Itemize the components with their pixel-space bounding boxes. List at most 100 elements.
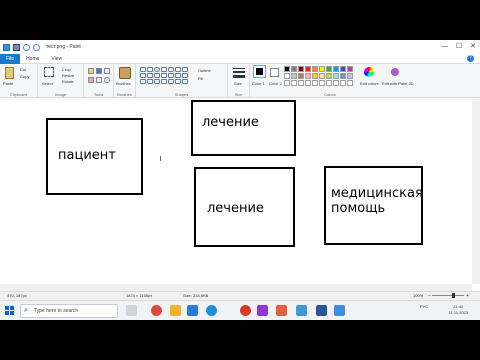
close-button[interactable]: ✕: [470, 42, 476, 52]
star-six-shape-icon[interactable]: [154, 79, 160, 84]
magnifier-icon[interactable]: [104, 77, 110, 83]
select-icon[interactable]: [44, 67, 54, 77]
minimize-button[interactable]: —: [441, 42, 448, 52]
copy-button[interactable]: Copy: [20, 74, 29, 79]
tab-file[interactable]: File: [0, 53, 21, 64]
color2-button[interactable]: Color 2: [269, 81, 282, 86]
star-shape-icon[interactable]: [147, 79, 153, 84]
palette-swatch[interactable]: [298, 80, 304, 86]
diamond-shape-icon[interactable]: [147, 73, 153, 78]
palette-swatch[interactable]: [284, 73, 290, 79]
visual-studio-icon[interactable]: [257, 305, 268, 316]
pentagon-shape-icon[interactable]: [154, 73, 160, 78]
palette-swatch[interactable]: [298, 73, 304, 79]
arrow-up-shape-icon[interactable]: [182, 73, 188, 78]
palette-swatch[interactable]: [340, 73, 346, 79]
outline-dropdown[interactable]: Outline: [198, 68, 211, 73]
palette-swatch[interactable]: [291, 73, 297, 79]
maximize-button[interactable]: ☐: [456, 42, 462, 52]
palette-swatch[interactable]: [347, 73, 353, 79]
undo-icon[interactable]: [23, 43, 30, 51]
palette-swatch[interactable]: [305, 73, 311, 79]
palette-swatch[interactable]: [298, 66, 304, 72]
app-red-icon[interactable]: [240, 305, 251, 316]
eraser-icon[interactable]: [88, 77, 94, 83]
app-orange-icon[interactable]: [276, 305, 287, 316]
taskbar-search[interactable]: ⌕ Type here to search: [20, 304, 118, 318]
palette-swatch[interactable]: [312, 80, 318, 86]
palette-swatch[interactable]: [312, 66, 318, 72]
tab-home[interactable]: Home: [20, 54, 45, 64]
drawing-canvas[interactable]: пациент лечение лечение медицинская помо…: [0, 98, 480, 291]
task-view-icon[interactable]: [126, 305, 137, 316]
color2-swatch[interactable]: [270, 68, 279, 77]
heart-shape-icon[interactable]: [175, 79, 181, 84]
triangle-shape-icon[interactable]: [182, 67, 188, 72]
curve-shape-icon[interactable]: [147, 67, 153, 72]
color1-button[interactable]: Color 1: [252, 81, 265, 86]
paste-button[interactable]: Paste: [3, 81, 13, 86]
palette-swatch[interactable]: [291, 66, 297, 72]
zoom-out-button[interactable]: −: [428, 293, 431, 299]
tab-view[interactable]: View: [45, 54, 68, 64]
polygon-shape-icon[interactable]: [175, 67, 181, 72]
callout-shape-icon[interactable]: [161, 79, 167, 84]
palette-swatch[interactable]: [319, 73, 325, 79]
word-icon[interactable]: [316, 305, 327, 316]
callout-oval-shape-icon[interactable]: [168, 79, 174, 84]
rotate-button[interactable]: Rotate: [62, 79, 74, 84]
color1-swatch[interactable]: [253, 65, 266, 78]
help-icon[interactable]: ?: [467, 55, 474, 62]
arrow-down-shape-icon[interactable]: [140, 79, 146, 84]
hexagon-shape-icon[interactable]: [161, 73, 167, 78]
palette-swatch[interactable]: [305, 66, 311, 72]
size-icon[interactable]: [233, 68, 245, 80]
chrome-icon[interactable]: [151, 305, 162, 316]
redo-icon[interactable]: [33, 43, 40, 51]
palette-swatch[interactable]: [347, 80, 353, 86]
vscode-icon[interactable]: [187, 305, 198, 316]
rounded-rectangle-shape-icon[interactable]: [168, 67, 174, 72]
oval-shape-icon[interactable]: [154, 67, 160, 72]
palette-swatch[interactable]: [347, 66, 353, 72]
paint3d-icon[interactable]: [391, 68, 399, 76]
edit-paint3d-button[interactable]: Edit with Paint 3D: [382, 81, 414, 86]
edge-icon[interactable]: [206, 305, 217, 316]
app-blue-icon[interactable]: [296, 305, 307, 316]
palette-swatch[interactable]: [340, 80, 346, 86]
palette-swatch[interactable]: [340, 66, 346, 72]
fill-dropdown[interactable]: Fill: [198, 76, 203, 81]
palette-swatch[interactable]: [326, 73, 332, 79]
zoom-in-button[interactable]: +: [466, 293, 469, 299]
rectangle-shape-icon[interactable]: [161, 67, 167, 72]
palette-swatch[interactable]: [319, 80, 325, 86]
right-triangle-shape-icon[interactable]: [140, 73, 146, 78]
palette-swatch[interactable]: [284, 66, 290, 72]
file-explorer-icon[interactable]: [170, 305, 181, 316]
horizontal-scrollbar[interactable]: [0, 284, 472, 291]
zoom-slider[interactable]: [432, 293, 464, 298]
palette-swatch[interactable]: [333, 80, 339, 86]
arrow-left-shape-icon[interactable]: [175, 73, 181, 78]
paste-icon[interactable]: [5, 67, 14, 79]
palette-swatch[interactable]: [284, 80, 290, 86]
palette-swatch[interactable]: [305, 80, 311, 86]
arrow-right-shape-icon[interactable]: [168, 73, 174, 78]
zoom-slider-thumb[interactable]: [452, 293, 455, 298]
fill-icon[interactable]: [96, 68, 102, 74]
cut-button[interactable]: Cut: [20, 67, 26, 72]
brush-icon[interactable]: [119, 67, 131, 79]
paint-taskbar-icon[interactable]: [334, 305, 345, 316]
palette-swatch[interactable]: [291, 80, 297, 86]
palette-swatch[interactable]: [312, 73, 318, 79]
save-icon[interactable]: [13, 43, 20, 51]
palette-swatch[interactable]: [319, 66, 325, 72]
color-picker-icon[interactable]: [96, 77, 102, 83]
palette-swatch[interactable]: [333, 73, 339, 79]
vertical-scrollbar[interactable]: [472, 98, 480, 284]
edit-colors-button[interactable]: Edit colors: [360, 81, 379, 86]
palette-swatch[interactable]: [326, 66, 332, 72]
language-indicator[interactable]: РУС: [420, 304, 428, 309]
lightning-shape-icon[interactable]: [182, 79, 188, 84]
line-shape-icon[interactable]: [140, 67, 146, 72]
